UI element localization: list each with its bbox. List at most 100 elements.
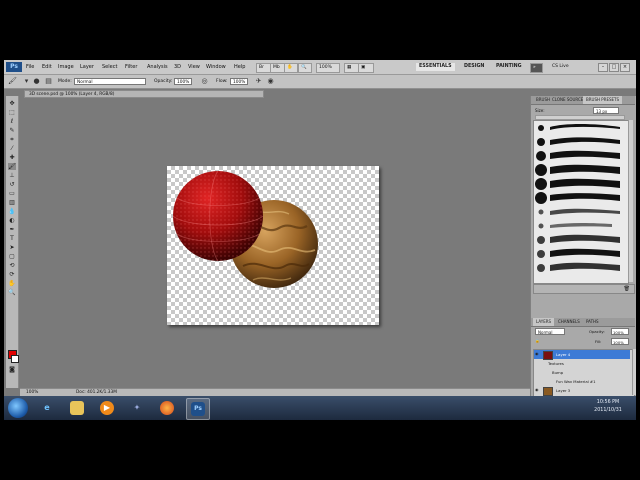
brush-strokes[interactable] [534,121,628,283]
type-tool-icon[interactable]: T [8,235,16,242]
minimize-button[interactable]: – [598,63,608,72]
lasso-tool-icon[interactable]: ℓ [8,118,16,125]
menu-3d[interactable]: 3D [174,64,181,70]
tab-clone-source[interactable]: CLONE SOURCE [549,96,586,104]
gradient-tool-icon[interactable]: ▥ [8,199,16,206]
tab-paths[interactable]: PATHS [583,318,602,326]
zoom-level[interactable]: 100% [316,63,340,73]
trash-icon[interactable]: 🗑 [624,285,630,293]
menu-analysis[interactable]: Analysis [147,64,168,70]
layer-row[interactable]: Fun Wav Material #1 [534,377,630,386]
workspace-essentials[interactable]: ESSENTIALS [416,63,455,71]
menu-bar: Ps File Edit Image Layer Select Filter A… [4,60,636,75]
document-tab[interactable]: 3D scene.psd @ 100% (Layer 4, RGB/8) [24,90,264,98]
menu-edit[interactable]: Edit [42,64,52,70]
clone-stamp-tool-icon[interactable]: ⊥ [8,172,16,179]
fill-input[interactable]: 100% [611,338,629,345]
blend-mode-select[interactable]: Normal [535,328,565,335]
path-select-tool-icon[interactable]: ➤ [8,244,16,251]
menu-filter[interactable]: Filter [125,64,137,70]
brush-tool-icon[interactable]: 🖌 [8,163,16,170]
workspace-design[interactable]: DESIGN [464,63,484,71]
menu-file[interactable]: File [26,64,34,70]
status-zoom[interactable]: 100% [26,389,38,396]
brush-size-icon[interactable]: ● [32,77,41,86]
menu-image[interactable]: Image [58,64,74,70]
move-tool-icon[interactable]: ✥ [8,100,16,107]
layer-row[interactable]: ◉ Layer 4 [534,350,630,360]
marquee-tool-icon[interactable]: ⬚ [8,109,16,116]
more-workspaces-icon[interactable]: » [530,63,543,73]
eraser-tool-icon[interactable]: ▭ [8,190,16,197]
pressure-opacity-icon[interactable]: ◎ [200,77,209,86]
ie-icon: e [44,403,50,412]
3d-camera-tool-icon[interactable]: ⟳ [8,271,16,278]
lock-icon[interactable]: 🔒 [535,338,540,343]
3d-rotate-tool-icon[interactable]: ⟲ [8,262,16,269]
shape-tool-icon[interactable]: ▢ [8,253,16,260]
zoom-tool-icon[interactable]: 🔍 [298,63,312,73]
layer-thumbnail [543,387,553,396]
history-brush-tool-icon[interactable]: ↺ [8,181,16,188]
layer-row[interactable]: Textures [534,359,630,368]
taskbar-ie[interactable]: e [36,398,58,418]
brush-tool-icon[interactable]: 🖌 [8,77,17,86]
fill-label: Fill: [595,339,602,344]
size-input[interactable]: 13 px [593,107,619,114]
cs-live-button[interactable]: CS Live [552,63,569,71]
toggle-brush-panel-icon[interactable]: ▤ [44,77,53,86]
brush-panel-tabs: BRUSH CLONE SOURCE BRUSH PRESETS [531,96,635,105]
canvas-artwork [172,170,318,288]
start-button[interactable] [8,398,28,418]
layer-opacity-input[interactable]: 100% [611,328,629,335]
pressure-size-icon[interactable]: ◉ [266,77,275,86]
blur-tool-icon[interactable]: 💧 [8,208,16,215]
tab-channels[interactable]: CHANNELS [555,318,583,326]
brush-list-scrollbar[interactable] [628,120,633,282]
taskbar-explorer[interactable] [66,398,88,418]
document-canvas[interactable] [167,166,379,325]
zoom-tool-icon[interactable]: 🔍 [8,289,16,296]
workspace-painting[interactable]: PAINTING [496,63,522,71]
opacity-input[interactable]: 100% [174,78,192,85]
close-button[interactable]: × [620,63,630,72]
options-bar: 🖌 ▾ ● ▤ Mode: Normal Opacity: 100% ◎ Flo… [4,75,636,89]
taskbar-app[interactable]: ✦ [126,398,148,418]
menu-view[interactable]: View [188,64,200,70]
status-bar: 100% Doc: 401.2K/1.33M [20,388,530,396]
menu-window[interactable]: Window [206,64,226,70]
background-color-swatch[interactable] [11,355,19,363]
tab-layers[interactable]: LAYERS [533,318,555,326]
eye-icon[interactable]: ◉ [535,388,540,392]
screen-mode-icon[interactable]: ▣ [358,63,374,73]
taskbar-media-player[interactable]: ▶ [96,398,118,418]
layer-row[interactable]: Bump [534,368,630,377]
menu-select[interactable]: Select [102,64,117,70]
brush-presets-list [533,120,629,284]
dodge-tool-icon[interactable]: ◐ [8,217,16,224]
chevron-down-icon[interactable]: ▾ [22,77,31,86]
size-label: Size: [535,108,545,113]
crop-tool-icon[interactable]: ⌗ [8,136,16,143]
quick-select-tool-icon[interactable]: ✎ [8,127,16,134]
flow-input[interactable]: 100% [230,78,248,85]
eye-icon[interactable]: ◉ [535,352,540,356]
hand-tool-icon[interactable]: ✋ [8,280,16,287]
layers-list-scrollbar[interactable] [632,349,636,395]
menu-layer[interactable]: Layer [80,64,94,70]
taskbar-firefox[interactable] [156,398,178,418]
pen-tool-icon[interactable]: ✒ [8,226,16,233]
taskbar-photoshop[interactable]: Ps [186,398,210,420]
maximize-button[interactable]: □ [609,63,619,72]
hand-tool-icon[interactable]: ✋ [284,63,298,73]
layer-opacity-label: Opacity: [589,329,605,334]
eyedropper-tool-icon[interactable]: ⁄ [8,145,16,152]
tab-brush-presets[interactable]: BRUSH PRESETS [583,96,623,104]
menu-help[interactable]: Help [234,64,245,70]
system-clock[interactable]: 10:56 PM 2011/10/31 [588,399,628,415]
airbrush-icon[interactable]: ✈ [254,77,263,86]
mode-select[interactable]: Normal [74,78,146,85]
healing-tool-icon[interactable]: ✚ [8,154,16,161]
layer-row[interactable]: ◉ Layer 3 [534,386,630,396]
quick-mask-icon[interactable]: ◙ [8,366,16,373]
